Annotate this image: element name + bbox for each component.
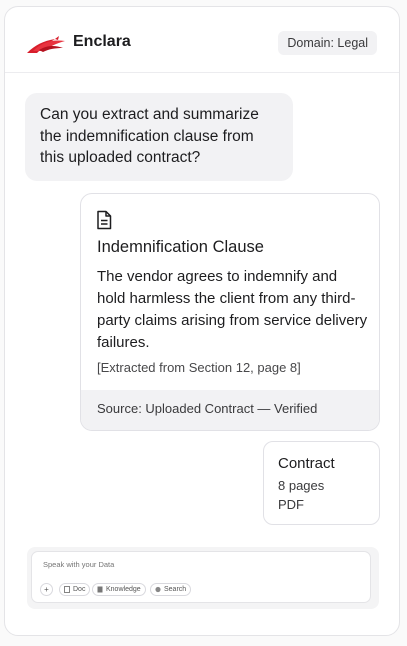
attachment-name: Contract [278,455,335,472]
composer: + Doc Knowledge Search [27,547,379,609]
book-icon [97,586,103,593]
search-chip-label: Search [164,586,187,593]
enclara-logo-icon [27,36,65,53]
app-header: Enclara Domain: Legal [5,7,399,73]
domain-badge[interactable]: Domain: Legal [278,31,377,55]
document-icon [97,210,112,230]
chat-input[interactable] [43,560,243,569]
doc-chip-label: Doc [73,586,86,593]
clause-title: Indemnification Clause [97,238,264,256]
search-chip[interactable]: Search [150,583,192,596]
attachment-pages: 8 pages [278,478,325,493]
add-button[interactable]: + [40,583,53,596]
clause-summary: The vendor agrees to indemnify and hold … [97,268,368,351]
user-message-bubble: Can you extract and summarize the indemn… [25,93,293,181]
attachment-type: PDF [278,497,304,512]
chat-window: Enclara Domain: Legal Can you extract an… [4,6,400,636]
clause-reference: [Extracted from Section 12, page 8] [97,360,301,375]
globe-icon [155,586,161,593]
composer-box: + Doc Knowledge Search [31,551,371,603]
knowledge-chip[interactable]: Knowledge [92,583,146,596]
contract-attachment-card[interactable]: Contract 8 pages PDF [263,441,380,525]
doc-chip[interactable]: Doc [59,583,91,596]
knowledge-chip-label: Knowledge [106,586,141,593]
doc-icon [64,586,70,593]
extracted-clause-card: Indemnification Clause The vendor agrees… [80,193,380,431]
brand-name: Enclara [73,33,131,50]
clause-source-footer: Source: Uploaded Contract — Verified [81,390,379,430]
